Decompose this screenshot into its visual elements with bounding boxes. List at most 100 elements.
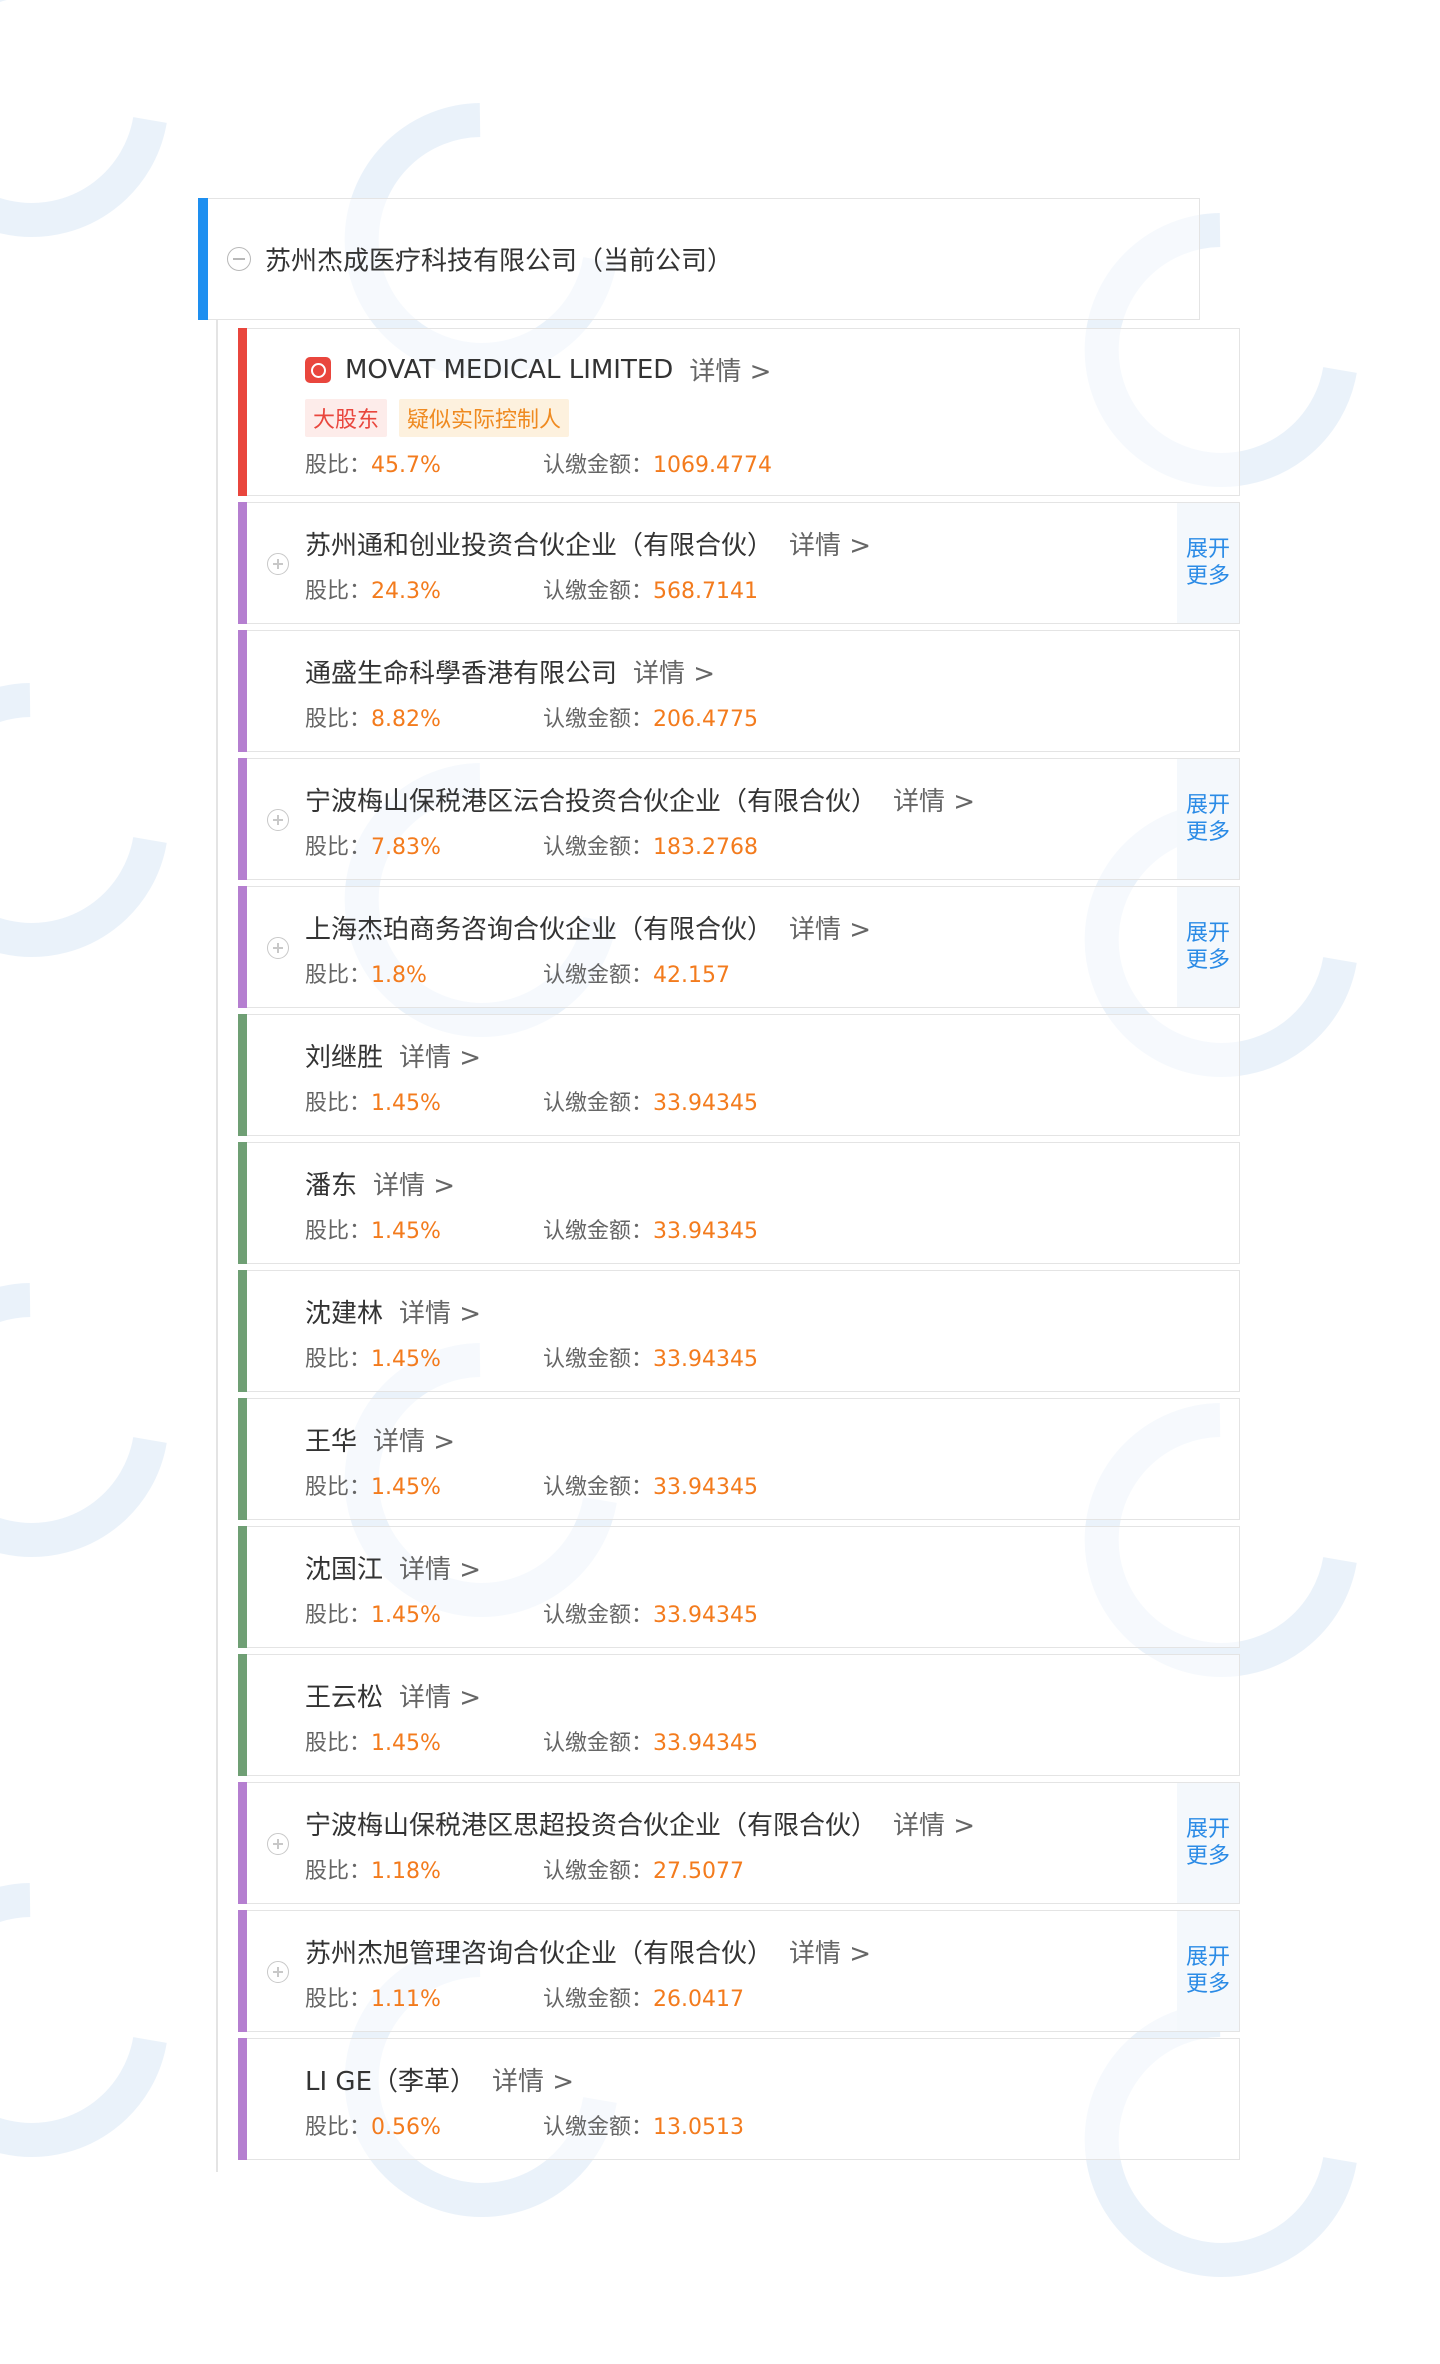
share-ratio-value: 7.83% [371,835,441,860]
shareholder-stats: 股比：1.11% 认缴金额：26.0417 [305,1981,744,2013]
share-ratio-value: 0.56% [371,2115,441,2140]
detail-link[interactable]: 详情 > [399,1037,481,1074]
movat-logo-icon [305,356,331,383]
detail-link[interactable]: 详情 > [893,1805,975,1842]
detail-link[interactable]: 详情 > [789,1933,871,1970]
shareholder-type-bar [238,1654,247,1776]
shareholder-card[interactable]: 王华 详情 > 股比：1.45% 认缴金额：33.94345 [238,1398,1240,1520]
detail-link[interactable]: 详情 > [689,351,771,388]
shareholder-name[interactable]: LI GE（李革） [305,2061,476,2098]
subscribed-amount-value: 33.94345 [653,1603,758,1628]
shareholder-name[interactable]: 王云松 [305,1677,383,1714]
share-ratio-label: 股比： [305,579,372,604]
shareholder-name[interactable]: MOVAT MEDICAL LIMITED [345,355,673,385]
shareholder-name[interactable]: 苏州杰旭管理咨询合伙企业（有限合伙） [305,1933,773,1970]
subscribed-amount-value: 206.4775 [653,707,758,732]
shareholder-type-bar [238,630,247,752]
shareholder-name[interactable]: 潘东 [305,1165,357,1202]
subscribed-amount: 认缴金额：33.94345 [543,1725,758,1757]
detail-link[interactable]: 详情 > [373,1165,455,1202]
shareholder-card[interactable]: 王云松 详情 > 股比：1.45% 认缴金额：33.94345 [238,1654,1240,1776]
detail-link[interactable]: 详情 > [399,1677,481,1714]
shareholder-card[interactable]: 潘东 详情 > 股比：1.45% 认缴金额：33.94345 [238,1142,1240,1264]
subscribed-amount-value: 13.0513 [653,2115,744,2140]
expand-more-line2: 更多 [1185,948,1230,973]
shareholder-name[interactable]: 刘继胜 [305,1037,383,1074]
subscribed-amount: 认缴金额：33.94345 [543,1341,758,1373]
shareholder-name[interactable]: 沈建林 [305,1293,383,1330]
shareholder-name[interactable]: 上海杰珀商务咨询合伙企业（有限合伙） [305,909,773,946]
expand-node-icon[interactable] [267,809,289,831]
shareholder-card[interactable]: LI GE（李革） 详情 > 股比：0.56% 认缴金额：13.0513 [238,2038,1240,2160]
detail-link[interactable]: 详情 > [492,2061,574,2098]
shareholder-type-bar [238,1782,247,1904]
shareholder-stats: 股比：1.45% 认缴金额：33.94345 [305,1469,758,1501]
expand-more-button[interactable]: 展开 更多 [1177,1783,1239,1903]
shareholder-card[interactable]: 沈建林 详情 > 股比：1.45% 认缴金额：33.94345 [238,1270,1240,1392]
expand-node-icon[interactable] [267,937,289,959]
detail-link[interactable]: 详情 > [399,1293,481,1330]
share-ratio-value: 45.7% [371,453,441,478]
share-ratio-value: 1.18% [371,1859,441,1884]
expand-more-button[interactable]: 展开 更多 [1177,887,1239,1007]
shareholder-card[interactable]: 宁波梅山保税港区思超投资合伙企业（有限合伙） 详情 > 股比：1.18% 认缴金额：2… [238,1782,1240,1904]
detail-link[interactable]: 详情 > [373,1421,455,1458]
shareholder-card[interactable]: 刘继胜 详情 > 股比：1.45% 认缴金额：33.94345 [238,1014,1240,1136]
share-ratio-label: 股比： [305,1347,372,1372]
subscribed-amount-value: 26.0417 [653,1987,744,2012]
detail-link[interactable]: 详情 > [893,781,975,818]
shareholder-name[interactable]: 宁波梅山保税港区思超投资合伙企业（有限合伙） [305,1805,877,1842]
shareholder-name[interactable]: 王华 [305,1421,357,1458]
shareholder-card[interactable]: 宁波梅山保税港区沄合投资合伙企业（有限合伙） 详情 > 股比：7.83% 认缴金额：1… [238,758,1240,880]
shareholder-title-row: 苏州杰旭管理咨询合伙企业（有限合伙） 详情 > [305,1933,871,1970]
detail-link[interactable]: 详情 > [789,909,871,946]
shareholder-card[interactable]: 上海杰珀商务咨询合伙企业（有限合伙） 详情 > 股比：1.8% 认缴金额：42.157… [238,886,1240,1008]
detail-link[interactable]: 详情 > [633,653,715,690]
share-ratio: 股比：1.45% [305,1725,543,1757]
share-ratio-label: 股比： [305,707,372,732]
shareholder-card[interactable]: 沈国江 详情 > 股比：1.45% 认缴金额：33.94345 [238,1526,1240,1648]
shareholder-name[interactable]: 苏州通和创业投资合伙企业（有限合伙） [305,525,773,562]
shareholder-title-row: MOVAT MEDICAL LIMITED 详情 > [305,351,771,388]
expand-more-button[interactable]: 展开 更多 [1177,1911,1239,2031]
subscribed-amount-label: 认缴金额： [543,1987,654,2012]
subscribed-amount-label: 认缴金额： [543,453,654,478]
subscribed-amount: 认缴金额：27.5077 [543,1853,744,1885]
expand-more-button[interactable]: 展开 更多 [1177,759,1239,879]
expand-node-icon[interactable] [267,553,289,575]
subscribed-amount-value: 33.94345 [653,1091,758,1116]
subscribed-amount: 认缴金额：1069.4774 [543,447,772,479]
shareholder-stats: 股比：8.82% 认缴金额：206.4775 [305,701,758,733]
shareholder-card[interactable]: 苏州通和创业投资合伙企业（有限合伙） 详情 > 股比：24.3% 认缴金额：568.7… [238,502,1240,624]
shareholder-type-bar [238,328,247,496]
detail-link[interactable]: 详情 > [399,1549,481,1586]
subscribed-amount-label: 认缴金额： [543,707,654,732]
shareholder-title-row: 通盛生命科學香港有限公司 详情 > [305,653,715,690]
detail-link[interactable]: 详情 > [789,525,871,562]
share-ratio-value: 8.82% [371,707,441,732]
shareholder-type-bar [238,1270,247,1392]
subscribed-amount: 认缴金额：13.0513 [543,2109,744,2141]
shareholder-name[interactable]: 通盛生命科學香港有限公司 [305,653,617,690]
subscribed-amount-value: 27.5077 [653,1859,744,1884]
subscribed-amount-value: 183.2768 [653,835,758,860]
shareholder-name[interactable]: 宁波梅山保税港区沄合投资合伙企业（有限合伙） [305,781,877,818]
shareholder-card[interactable]: MOVAT MEDICAL LIMITED 详情 > 大股东 疑似实际控制人 股比：45… [238,328,1240,496]
expand-node-icon[interactable] [267,1833,289,1855]
shareholder-card[interactable]: 通盛生命科學香港有限公司 详情 > 股比：8.82% 认缴金额：206.4775 [238,630,1240,752]
shareholder-type-bar [238,1526,247,1648]
share-ratio: 股比：1.8% [305,957,543,989]
collapse-icon[interactable] [227,247,251,271]
expand-node-icon[interactable] [267,1961,289,1983]
shareholder-name[interactable]: 沈国江 [305,1549,383,1586]
shareholder-title-row: LI GE（李革） 详情 > [305,2061,574,2098]
shareholder-type-bar [238,502,247,624]
share-ratio-label: 股比： [305,1219,372,1244]
shareholder-card[interactable]: 苏州杰旭管理咨询合伙企业（有限合伙） 详情 > 股比：1.11% 认缴金额：26.04… [238,1910,1240,2032]
current-company-node[interactable]: 苏州杰成医疗科技有限公司（当前公司） [198,198,1200,320]
subscribed-amount-label: 认缴金额： [543,1731,654,1756]
expand-more-button[interactable]: 展开 更多 [1177,503,1239,623]
expand-more-line1: 展开 [1185,1817,1230,1842]
expand-more-line1: 展开 [1185,1945,1230,1970]
subscribed-amount-label: 认缴金额： [543,1091,654,1116]
